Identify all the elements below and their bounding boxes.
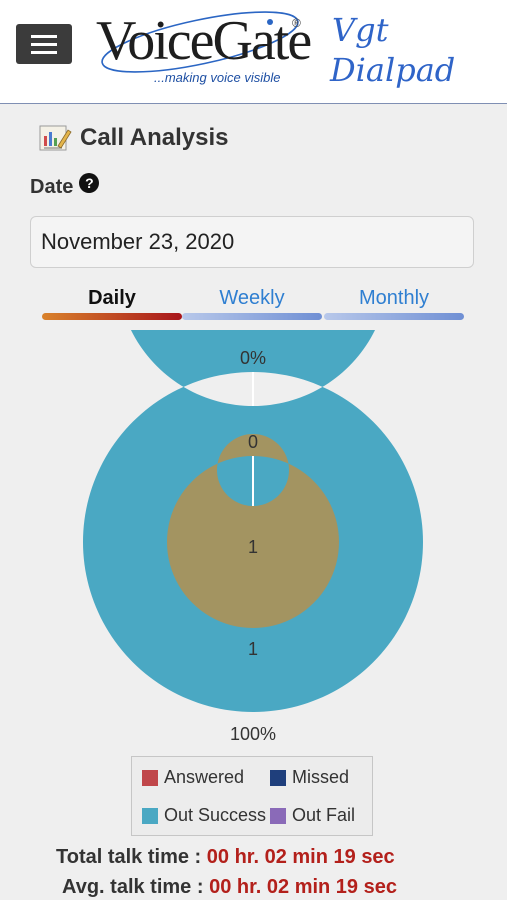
call-analysis-donut-chart: 0% 100% 0 1 1 bbox=[83, 330, 423, 744]
menu-line bbox=[31, 35, 57, 38]
inner-ring-center-label: 1 bbox=[248, 537, 258, 557]
outer-ring-bottom-label: 100% bbox=[230, 724, 276, 744]
answered-swatch bbox=[142, 769, 158, 786]
missed-swatch bbox=[270, 769, 286, 786]
total-talk-time: Total talk time : 00 hr. 02 min 19 sec bbox=[56, 846, 395, 869]
hamburger-menu-button[interactable] bbox=[16, 24, 72, 64]
tab-monthly[interactable]: Monthly bbox=[324, 284, 464, 324]
date-label: Date bbox=[30, 176, 74, 198]
inner-ring-top-label: 0 bbox=[248, 432, 258, 452]
total-talk-time-label: Total talk time : bbox=[56, 846, 202, 868]
tab-label: Monthly bbox=[358, 287, 430, 309]
tab-label: Weekly bbox=[219, 287, 285, 309]
legend-missed[interactable]: Missed bbox=[270, 767, 349, 788]
app-title-line2: Dialpad bbox=[330, 51, 456, 89]
date-row: Date ? bbox=[30, 172, 100, 199]
tab-indicator bbox=[324, 313, 464, 320]
legend-label: Out Success bbox=[164, 805, 267, 825]
registered-mark: ® bbox=[292, 16, 301, 30]
section-title-text: Call Analysis bbox=[80, 124, 229, 151]
tab-indicator bbox=[182, 313, 322, 320]
menu-line bbox=[31, 43, 57, 46]
avg-talk-time: Avg. talk time : 00 hr. 02 min 19 sec bbox=[62, 876, 397, 899]
avg-talk-time-label: Avg. talk time : bbox=[62, 876, 204, 898]
legend-label: Out Fail bbox=[292, 805, 356, 825]
tab-indicator bbox=[42, 313, 182, 320]
legend-answered[interactable]: Answered bbox=[142, 767, 244, 788]
app-header: VoiceGate ® ...making voice visible Vgt … bbox=[0, 0, 507, 104]
date-input[interactable] bbox=[30, 216, 474, 268]
tab-weekly[interactable]: Weekly bbox=[182, 284, 322, 324]
outer-ring-top-label: 0% bbox=[240, 348, 266, 368]
avg-talk-time-value: 00 hr. 02 min 19 sec bbox=[209, 876, 397, 898]
legend-out-success[interactable]: Out Success bbox=[142, 805, 266, 826]
legend-label: Missed bbox=[292, 767, 350, 787]
period-tabs: Daily Weekly Monthly bbox=[38, 284, 468, 324]
page-title: Call Analysis bbox=[36, 118, 229, 158]
app-title: Vgt Dialpad bbox=[330, 10, 500, 90]
chart-legend: Answered Missed Out Success Out Fail bbox=[131, 756, 373, 836]
out-success-swatch bbox=[142, 807, 158, 824]
legend-label: Answered bbox=[164, 767, 245, 787]
legend-out-fail[interactable]: Out Fail bbox=[270, 805, 355, 826]
chart-report-icon bbox=[39, 125, 72, 151]
out-fail-swatch bbox=[270, 807, 286, 824]
menu-line bbox=[31, 51, 57, 54]
logo-wordmark: VoiceGate bbox=[96, 10, 312, 72]
app-title-line1: Vgt bbox=[332, 11, 389, 49]
help-icon[interactable]: ? bbox=[79, 172, 100, 193]
total-talk-time-value: 00 hr. 02 min 19 sec bbox=[206, 846, 395, 868]
tab-daily[interactable]: Daily bbox=[42, 284, 182, 324]
inner-ring-bottom-label: 1 bbox=[248, 639, 258, 659]
tab-label: Daily bbox=[88, 287, 136, 309]
logo-tagline: ...making voice visible bbox=[154, 70, 281, 85]
voicegate-logo: VoiceGate ® ...making voice visible bbox=[92, 8, 312, 92]
